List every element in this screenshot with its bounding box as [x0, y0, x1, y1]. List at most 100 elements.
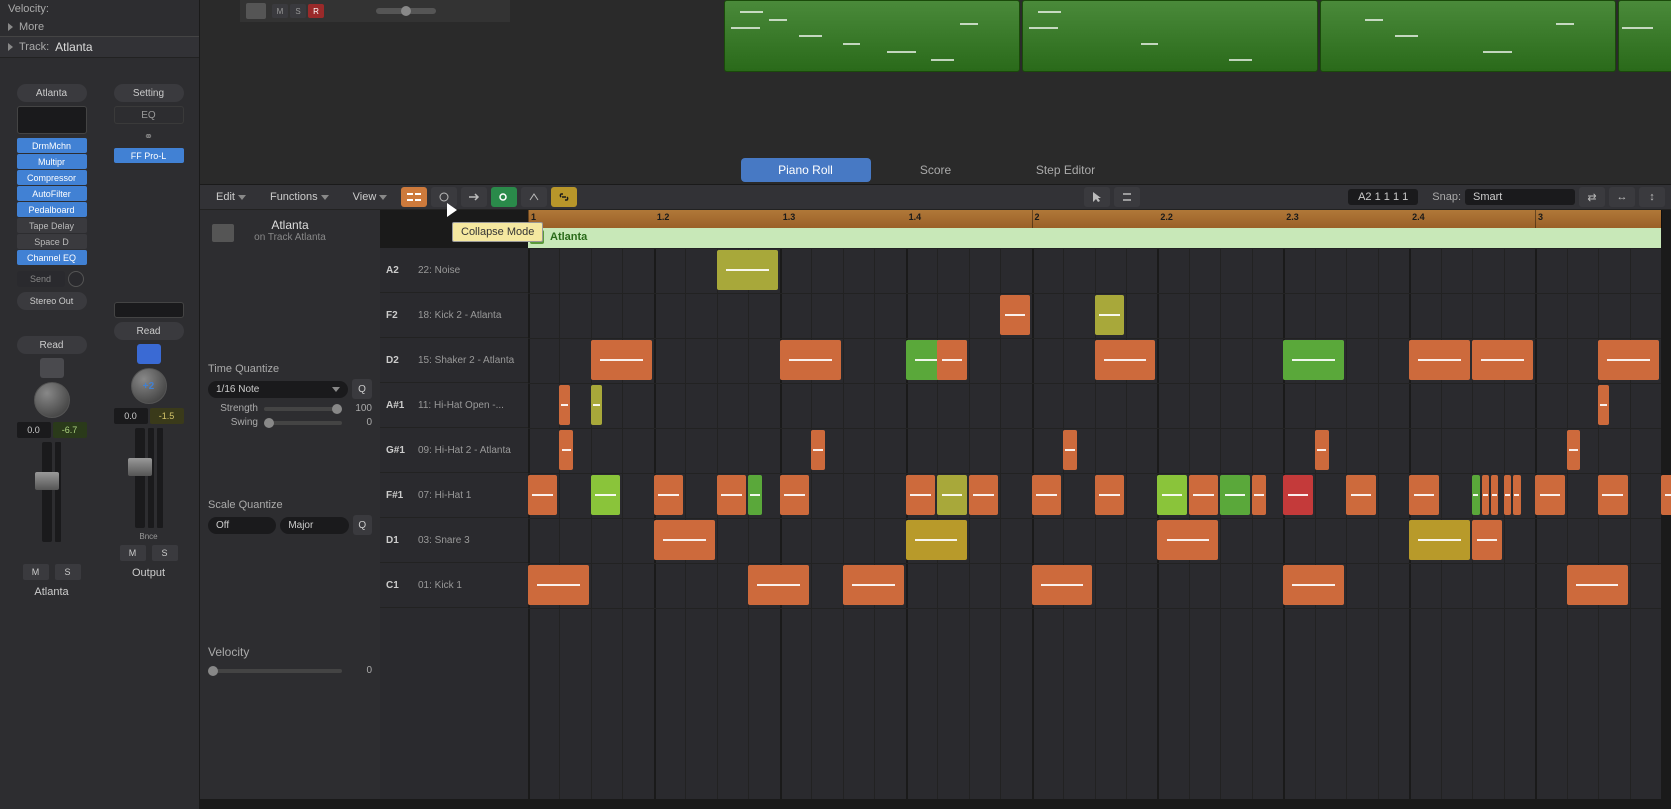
- strength-slider[interactable]: [264, 407, 342, 411]
- insert-slot[interactable]: Compressor: [17, 170, 87, 185]
- zoom-horizontal[interactable]: ↔: [1609, 187, 1635, 207]
- lane-row[interactable]: C101: Kick 1: [380, 563, 528, 608]
- midi-note[interactable]: [906, 475, 935, 515]
- insert-slot[interactable]: Pedalboard: [17, 202, 87, 217]
- midi-note[interactable]: [1000, 295, 1029, 335]
- insert-slot[interactable]: AutoFilter: [17, 186, 87, 201]
- midi-note[interactable]: [1095, 475, 1124, 515]
- midi-note[interactable]: [843, 565, 904, 605]
- midi-note[interactable]: [1409, 520, 1470, 560]
- midi-note[interactable]: [780, 475, 809, 515]
- midi-region-2[interactable]: [1022, 0, 1318, 72]
- midi-note[interactable]: [1157, 475, 1186, 515]
- midi-note[interactable]: [1220, 475, 1249, 515]
- midi-note[interactable]: [1567, 565, 1628, 605]
- scale-quantize-button[interactable]: Q: [353, 515, 372, 535]
- midi-note[interactable]: [717, 250, 778, 290]
- eq-thumbnail[interactable]: [17, 106, 87, 134]
- midi-note[interactable]: [906, 520, 967, 560]
- midi-region-3[interactable]: [1320, 0, 1616, 72]
- midi-note[interactable]: [591, 385, 602, 425]
- lane-row[interactable]: A#111: Hi-Hat Open -...: [380, 383, 528, 428]
- setting-button[interactable]: Setting: [114, 84, 184, 102]
- tab-piano-roll[interactable]: Piano Roll: [741, 158, 871, 182]
- midi-note[interactable]: [717, 475, 746, 515]
- midi-note[interactable]: [1472, 340, 1533, 380]
- tool-right[interactable]: [1114, 187, 1140, 207]
- collapse-mode-button[interactable]: [401, 187, 427, 207]
- midi-note[interactable]: [654, 520, 715, 560]
- scale-mode-select[interactable]: Major: [280, 517, 348, 534]
- quantize-value-select[interactable]: 1/16 Note: [208, 381, 348, 398]
- solo-button[interactable]: S: [55, 564, 81, 580]
- midi-note[interactable]: [1283, 565, 1344, 605]
- midi-note[interactable]: [969, 475, 998, 515]
- snap-select[interactable]: Smart: [1465, 189, 1575, 205]
- eq-slot[interactable]: EQ: [114, 106, 184, 124]
- note-grid[interactable]: [528, 248, 1661, 799]
- lane-row[interactable]: D215: Shaker 2 - Atlanta: [380, 338, 528, 383]
- midi-note[interactable]: [1032, 565, 1093, 605]
- insert-slot[interactable]: Space D: [17, 234, 87, 249]
- midi-note[interactable]: [1346, 475, 1375, 515]
- midi-note[interactable]: [1095, 340, 1156, 380]
- lane-row[interactable]: D103: Snare 3: [380, 518, 528, 563]
- record-button[interactable]: R: [308, 4, 324, 18]
- midi-note[interactable]: [528, 565, 589, 605]
- midi-note[interactable]: [1032, 475, 1061, 515]
- midi-note[interactable]: [1283, 475, 1312, 515]
- midi-note[interactable]: [1157, 520, 1218, 560]
- midi-note[interactable]: [1472, 520, 1501, 560]
- edit-menu[interactable]: Edit: [206, 188, 256, 206]
- drag-mode-button[interactable]: ⇄: [1579, 187, 1605, 207]
- send-level-knob[interactable]: [68, 271, 84, 287]
- more-disclosure[interactable]: More: [0, 18, 199, 36]
- midi-note[interactable]: [591, 475, 620, 515]
- region-header-bar[interactable]: Atlanta: [528, 228, 1661, 248]
- midi-note[interactable]: [780, 340, 841, 380]
- midi-note[interactable]: [654, 475, 683, 515]
- midi-note[interactable]: [1513, 475, 1520, 515]
- automation-button[interactable]: [521, 187, 547, 207]
- zoom-vertical[interactable]: ↕: [1639, 187, 1665, 207]
- lane-row[interactable]: F218: Kick 2 - Atlanta: [380, 293, 528, 338]
- midi-note[interactable]: [1315, 430, 1329, 470]
- track-icon[interactable]: [40, 358, 64, 378]
- midi-note[interactable]: [937, 340, 966, 380]
- insert-slot[interactable]: Channel EQ: [17, 250, 87, 265]
- automation-mode[interactable]: Read: [17, 336, 87, 354]
- midi-note[interactable]: [1252, 475, 1266, 515]
- midi-note[interactable]: [811, 430, 825, 470]
- tool-left[interactable]: [1084, 187, 1110, 207]
- insert-slot[interactable]: DrmMchn: [17, 138, 87, 153]
- midi-note[interactable]: [1409, 475, 1438, 515]
- midi-note[interactable]: [1598, 340, 1659, 380]
- midi-note[interactable]: [1504, 475, 1511, 515]
- midi-note[interactable]: [1598, 475, 1627, 515]
- midi-note[interactable]: [1063, 430, 1077, 470]
- insert-slot[interactable]: Tape Delay: [17, 218, 87, 233]
- functions-menu[interactable]: Functions: [260, 188, 339, 206]
- midi-note[interactable]: [1535, 475, 1564, 515]
- midi-note[interactable]: [1095, 295, 1124, 335]
- mute-button[interactable]: M: [272, 4, 288, 18]
- setting-button[interactable]: Atlanta: [17, 84, 87, 102]
- midi-note[interactable]: [748, 475, 762, 515]
- midi-note[interactable]: [1189, 475, 1218, 515]
- midi-note[interactable]: [937, 475, 966, 515]
- tab-step-editor[interactable]: Step Editor: [1001, 158, 1131, 182]
- tab-score[interactable]: Score: [871, 158, 1001, 182]
- swing-slider[interactable]: [264, 421, 342, 425]
- pan-knob[interactable]: +2: [131, 368, 167, 404]
- midi-note[interactable]: [1567, 430, 1581, 470]
- insert-slot[interactable]: FF Pro-L: [114, 148, 184, 163]
- track-volume-fader[interactable]: [376, 8, 436, 14]
- midi-note[interactable]: [1598, 385, 1609, 425]
- bounce-label[interactable]: Bnce: [139, 532, 157, 541]
- solo-button[interactable]: S: [152, 545, 178, 561]
- midi-note[interactable]: [559, 385, 570, 425]
- midi-note[interactable]: [1661, 475, 1671, 515]
- midi-region-4[interactable]: [1618, 0, 1671, 72]
- output-slot[interactable]: Stereo Out: [17, 292, 87, 310]
- mute-button[interactable]: M: [120, 545, 146, 561]
